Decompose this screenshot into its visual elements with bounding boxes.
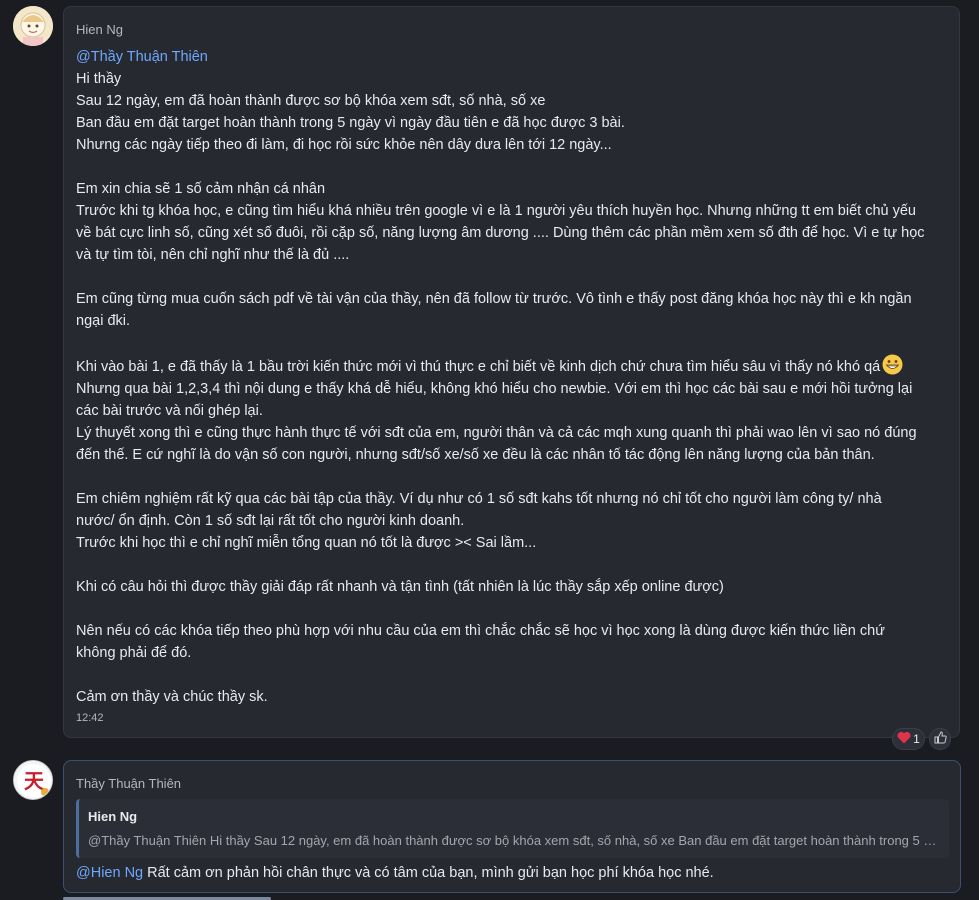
- message-line: Lý thuyết xong thì e cũng thực hành thực…: [76, 425, 917, 441]
- mention-link[interactable]: @Hien Ng: [76, 865, 143, 881]
- quoted-message[interactable]: Hien Ng @Thầy Thuận Thiên Hi thầy Sau 12…: [76, 799, 949, 858]
- message-line: Ban đầu em đặt target hoàn thành trong 5…: [76, 115, 625, 131]
- reply-body: Rất cảm ơn phản hồi chân thực và có tâm …: [143, 865, 714, 881]
- message-line: ngại đki.: [76, 313, 131, 329]
- reply-text: @Hien Ng Rất cảm ơn phản hồi chân thực v…: [76, 865, 948, 881]
- reactions-bar: 1: [892, 728, 951, 750]
- message-timestamp: 12:42: [76, 712, 104, 724]
- quote-text: @Thầy Thuận Thiên Hi thầy Sau 12 ngày, e…: [88, 833, 939, 848]
- message-line: Em cũng từng mua cuốn sách pdf về tài vậ…: [76, 291, 912, 307]
- message-line: Khi có câu hỏi thì được thầy giải đáp rấ…: [76, 579, 724, 595]
- reaction-thumbs-up[interactable]: [929, 728, 951, 750]
- message-line: Nên nếu có các khóa tiếp theo phù hợp vớ…: [76, 623, 885, 639]
- quote-author: Hien Ng: [88, 809, 138, 824]
- message-body: @Thầy Thuận Thiên Hi thầy Sau 12 ngày, e…: [76, 46, 947, 708]
- message-line: Khi vào bài 1, e đã thấy là 1 bầu trời k…: [76, 359, 881, 375]
- message-line: Nhưng các ngày tiếp theo đi làm, đi học …: [76, 137, 612, 153]
- mention-link[interactable]: @Thầy Thuận Thiên: [76, 49, 208, 65]
- message-line: đến thế. E cứ nghĩ là do vận số con ngườ…: [76, 447, 875, 463]
- heart-icon: [897, 731, 911, 747]
- message-line: Em xin chia sẽ 1 số cảm nhận cá nhân: [76, 181, 326, 197]
- message-line: Trước khi tg khóa học, e cũng tìm hiểu k…: [76, 203, 916, 219]
- message-line: Em chiêm nghiệm rất kỹ qua các bài tập c…: [76, 491, 882, 507]
- reaction-heart[interactable]: 1: [892, 728, 925, 750]
- message-line: và tự tìm tòi, nên chỉ nghĩ như thế là đ…: [76, 247, 350, 263]
- message-line: Trước khi học thì e chỉ nghĩ miễn tổng q…: [76, 535, 537, 551]
- avatar-hien-ng[interactable]: [13, 6, 53, 46]
- message-hien-ng: Hien Ng @Thầy Thuận Thiên Hi thầy Sau 12…: [63, 6, 960, 738]
- reaction-count: 1: [913, 732, 920, 746]
- thumbs-up-icon: [934, 731, 947, 747]
- message-line: nước/ ổn định. Còn 1 số sđt lại rất tốt …: [76, 513, 465, 529]
- avatar-thay-thuan-thien[interactable]: 天: [13, 760, 53, 800]
- grinning-emoji-icon: [882, 354, 903, 375]
- message-line: không phải để đó.: [76, 645, 192, 661]
- message-thay-thuan-thien: Thầy Thuận Thiên Hien Ng @Thầy Thuận Thi…: [63, 760, 961, 893]
- svg-text:天: 天: [24, 769, 45, 793]
- message-line: Sau 12 ngày, em đã hoàn thành được sơ bộ…: [76, 93, 546, 109]
- sender-name[interactable]: Thầy Thuận Thiên: [76, 775, 948, 793]
- message-line: Cảm ơn thầy và chúc thầy sk.: [76, 689, 268, 705]
- sender-name[interactable]: Hien Ng: [76, 21, 947, 39]
- message-line: Nhưng qua bài 1,2,3,4 thì nội dung e thấ…: [76, 381, 913, 397]
- message-line: Hi thầy: [76, 71, 122, 87]
- message-line: các bài trước và nối ghép lại.: [76, 403, 263, 419]
- message-line: về bát cực linh số, cũng xét số đuôi, rồ…: [76, 225, 925, 241]
